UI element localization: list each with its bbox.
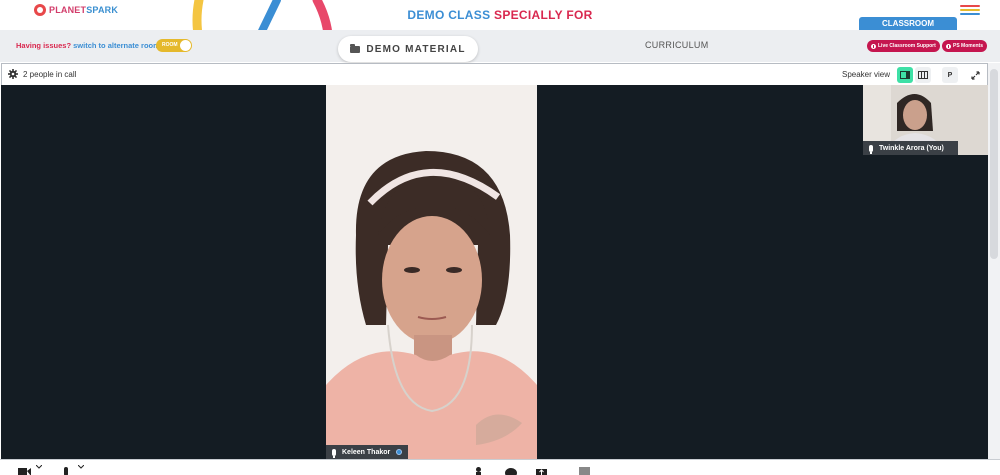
ps-moments-label: PS Moments	[953, 43, 984, 49]
mic-icon	[869, 144, 873, 154]
main-participant-video[interactable]: Keleen Thakor	[326, 85, 537, 459]
issues-text: Having issues?	[16, 41, 72, 50]
demo-material-button[interactable]: DEMO MATERIAL	[338, 36, 478, 62]
folder-icon	[350, 43, 361, 53]
share-icon[interactable]	[536, 467, 547, 475]
page-title: DEMO CLASS SPECIALLY FOR	[0, 8, 1000, 22]
scrollbar-thumb[interactable]	[990, 69, 998, 259]
menu-icon[interactable]	[960, 5, 980, 17]
live-support-label: Live Classroom Support	[878, 43, 936, 49]
tab-classroom[interactable]: CLASSROOM	[859, 17, 957, 30]
title-part-2: SPECIALLY FOR	[494, 8, 593, 22]
chevron-down-icon[interactable]	[78, 465, 84, 469]
mic-icon	[332, 448, 336, 458]
top-header: PLANETSPARK DEMO CLASS SPECIALLY FOR	[0, 0, 1000, 30]
chevron-down-icon[interactable]	[36, 465, 42, 469]
ps-moments-button[interactable]: PS Moments	[942, 40, 988, 52]
room-toggle-label: ROOM	[162, 42, 178, 48]
self-video-thumbnail[interactable]: Twinkle Arora (You)	[863, 85, 988, 155]
p-button-label: P	[947, 71, 953, 79]
speaker-view-button[interactable]	[897, 67, 913, 83]
demo-material-label: DEMO MATERIAL	[366, 43, 466, 55]
call-toolbar: 2 people in call Speaker view P	[1, 63, 988, 85]
tab-curriculum[interactable]: CURRICULUM	[645, 40, 709, 50]
mic-icon[interactable]	[62, 467, 70, 475]
gear-icon[interactable]	[8, 69, 18, 79]
room-toggle[interactable]: ROOM	[156, 39, 192, 52]
speaker-view-icon	[900, 71, 910, 79]
stop-icon[interactable]	[579, 467, 590, 475]
page: PLANETSPARK DEMO CLASS SPECIALLY FOR CLA…	[0, 0, 1000, 475]
info-icon	[871, 43, 876, 49]
chat-icon[interactable]	[505, 467, 517, 475]
bottom-controls	[0, 459, 1000, 475]
right-scrollbar[interactable]	[988, 63, 1000, 463]
pin-icon[interactable]	[396, 449, 403, 455]
participant-video-frame	[326, 85, 537, 459]
video-stage: Keleen Thakor Twinkle Arora (You)	[1, 85, 988, 459]
title-part-1: DEMO CLASS	[407, 8, 495, 22]
main-participant-name-tag: Keleen Thakor	[326, 445, 409, 459]
p-button[interactable]: P	[942, 67, 958, 83]
view-mode-label: Speaker view	[842, 70, 891, 79]
people-count: 2 people in call	[23, 70, 77, 79]
fullscreen-icon	[970, 70, 980, 80]
grid-view-button[interactable]	[915, 67, 931, 83]
self-name-tag: Twinkle Arora (You)	[863, 141, 958, 155]
info-icon	[946, 43, 951, 49]
toggle-knob	[180, 40, 191, 51]
camera-icon[interactable]	[18, 467, 32, 475]
alternate-room-text: Having issues? switch to alternate room	[16, 41, 160, 50]
live-classroom-support-button[interactable]: Live Classroom Support	[867, 40, 940, 52]
person-icon[interactable]	[474, 467, 483, 475]
switch-room-link[interactable]: switch to alternate room	[73, 41, 160, 50]
grid-view-icon	[918, 71, 928, 79]
self-participant-name: Twinkle Arora (You)	[879, 144, 944, 152]
main-participant-name: Keleen Thakor	[342, 448, 391, 456]
fullscreen-button[interactable]	[967, 67, 983, 83]
